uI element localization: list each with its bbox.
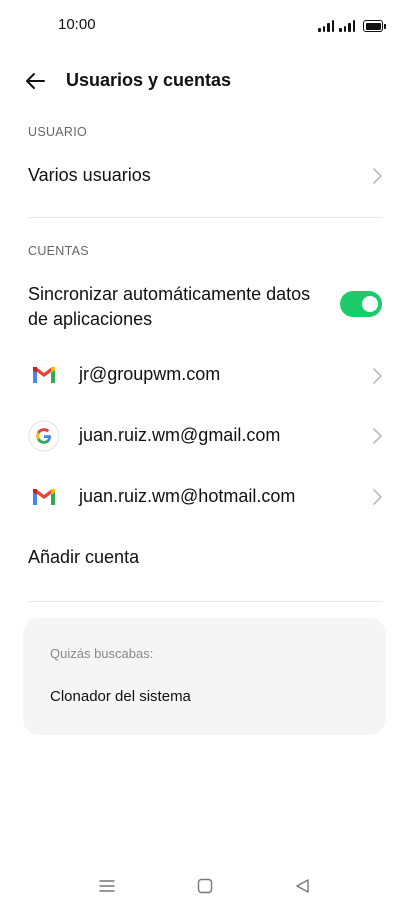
status-time: 10:00: [58, 16, 96, 33]
sync-toggle[interactable]: [340, 291, 382, 317]
add-account-item[interactable]: Añadir cuenta: [0, 538, 409, 578]
page-title: Usuarios y cuentas: [66, 70, 232, 90]
gmail-icon: [28, 481, 60, 513]
account-item[interactable]: jr@groupwm.com: [0, 355, 409, 397]
multiple-users-label: Varios usuarios: [28, 165, 151, 185]
menu-icon[interactable]: [96, 876, 118, 896]
signal-icon-2: [339, 20, 355, 32]
account-item[interactable]: juan.ruiz.wm@gmail.com: [0, 414, 409, 458]
suggestion-label: Quizás buscabas:: [50, 646, 154, 661]
add-account-label: Añadir cuenta: [28, 547, 140, 567]
section-label-accounts: CUENTAS: [28, 244, 89, 258]
home-icon[interactable]: [194, 876, 216, 896]
account-email: jr@groupwm.com: [79, 364, 221, 384]
status-icons: [318, 16, 386, 32]
chevron-right-icon: [373, 168, 382, 184]
suggestion-card: Quizás buscabas: Clonador del sistema: [23, 618, 386, 735]
multiple-users-item[interactable]: Varios usuarios: [0, 156, 409, 196]
divider: [28, 601, 382, 602]
sync-label: Sincronizar automáticamente datos de apl…: [28, 284, 311, 329]
app-header: Usuarios y cuentas: [0, 58, 409, 104]
navigation-bar: [0, 860, 409, 910]
account-email: juan.ruiz.wm@gmail.com: [79, 425, 281, 445]
account-email: juan.ruiz.wm@hotmail.com: [79, 486, 296, 506]
suggestion-item[interactable]: Clonador del sistema: [50, 688, 191, 705]
google-icon: [28, 420, 60, 452]
toggle-knob: [362, 296, 378, 312]
battery-icon: [363, 20, 386, 32]
gmail-icon: [28, 359, 60, 391]
status-bar: 10:00: [0, 0, 409, 50]
back-nav-icon[interactable]: [292, 876, 314, 896]
chevron-right-icon: [373, 489, 382, 505]
back-arrow-icon[interactable]: [22, 68, 50, 94]
divider: [28, 217, 382, 218]
chevron-right-icon: [373, 368, 382, 384]
account-item[interactable]: juan.ruiz.wm@hotmail.com: [0, 477, 409, 519]
chevron-right-icon: [373, 428, 382, 444]
signal-icon: [318, 20, 334, 32]
section-label-user: USUARIO: [28, 125, 88, 139]
